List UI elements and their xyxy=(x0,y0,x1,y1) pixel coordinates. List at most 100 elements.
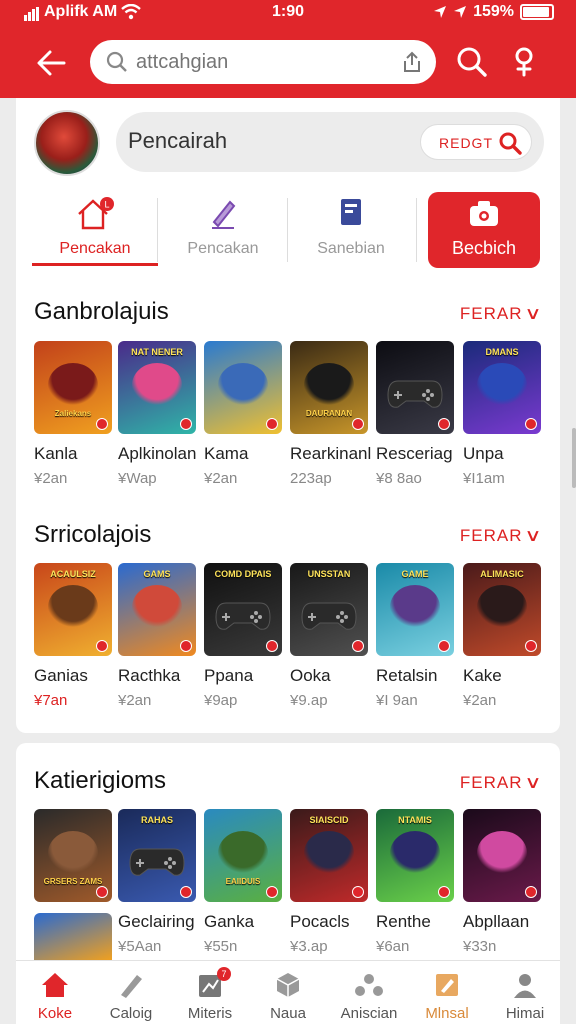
game-tile[interactable] xyxy=(34,913,112,960)
search-icon xyxy=(106,51,127,72)
game-card[interactable]: Zaliekans Kanla ¥2an xyxy=(34,341,112,487)
game-tile[interactable]: GAME xyxy=(376,563,454,656)
badge-icon xyxy=(525,886,537,898)
game-tile[interactable]: NAT NENER xyxy=(118,341,196,434)
redgt-button[interactable]: REDGT xyxy=(420,124,532,160)
game-tile[interactable]: ACAULSIZ xyxy=(34,563,112,656)
game-name: Rearkinanl xyxy=(290,444,372,463)
search-icon[interactable] xyxy=(456,46,488,78)
game-tile[interactable] xyxy=(376,341,454,434)
game-tile[interactable]: DMANS xyxy=(463,341,541,434)
game-card[interactable]: ACAULSIZ Ganias ¥7an xyxy=(34,563,112,709)
tile-title: NTAMIS xyxy=(398,815,432,825)
badge-icon xyxy=(180,886,192,898)
game-tile[interactable]: EAIIDUIS xyxy=(204,809,282,902)
share-icon[interactable] xyxy=(402,51,422,73)
tile-title: UNSSTAN xyxy=(307,569,351,579)
nav-label: Naua xyxy=(270,1005,306,1022)
game-tile[interactable] xyxy=(204,341,282,434)
tab-pencakan-2[interactable]: Pencakan xyxy=(160,190,286,270)
game-tile[interactable] xyxy=(463,809,541,902)
see-all-link[interactable]: FERAR∨ xyxy=(460,773,543,793)
game-character-art xyxy=(48,585,98,629)
game-card[interactable]: SIAISCID Pocacls ¥3.ap xyxy=(290,809,368,955)
nav-item-caloig[interactable]: Caloig xyxy=(88,961,174,1024)
nav-item-mlnsal[interactable]: Mlnsal xyxy=(404,961,490,1024)
see-all-link[interactable]: FERAR∨ xyxy=(459,304,541,324)
game-name: Kake xyxy=(463,666,502,685)
game-size: ¥9ap xyxy=(204,692,238,709)
game-card[interactable]: EAIIDUIS Ganka ¥55n xyxy=(204,809,282,955)
game-size: ¥2an xyxy=(34,470,68,487)
tab-label: Pencakan xyxy=(187,240,259,257)
nav-item-miteris[interactable]: 7 Miteris xyxy=(167,961,253,1024)
badge-icon xyxy=(352,886,364,898)
tab-sanebian[interactable]: Sanebian xyxy=(288,190,414,270)
search-input[interactable] xyxy=(136,48,386,76)
search-bar[interactable] xyxy=(90,40,436,84)
game-name: Kanla xyxy=(34,444,78,463)
game-tile[interactable]: RAHAS xyxy=(118,809,196,902)
game-name: Racthka xyxy=(118,666,181,685)
game-card[interactable]: DMANS Unpa ¥I1am xyxy=(463,341,541,487)
pin-icon[interactable] xyxy=(508,46,540,78)
game-tile[interactable]: GAMS xyxy=(118,563,196,656)
game-tile[interactable]: Zaliekans xyxy=(34,341,112,434)
game-tile[interactable]: DAURANAN xyxy=(290,341,368,434)
game-tile[interactable]: GRSERS ZAMS xyxy=(34,809,112,902)
nav-item-naua[interactable]: Naua xyxy=(245,961,331,1024)
section-title: Srricolajois xyxy=(34,521,152,548)
game-character-art xyxy=(218,363,268,407)
game-card[interactable]: NAT NENER Aplkinolan ¥Wap xyxy=(118,341,196,487)
chevron-down-icon: ∨ xyxy=(523,526,543,545)
tile-subtitle: GRSERS ZAMS xyxy=(43,877,103,886)
see-all-link[interactable]: FERAR∨ xyxy=(460,526,543,546)
user-icon xyxy=(514,974,536,998)
scrollbar[interactable] xyxy=(572,428,576,488)
redgt-label: REDGT xyxy=(439,135,493,151)
nav-label: Mlnsal xyxy=(425,1005,469,1022)
tab-pencakan[interactable]: L Pencakan xyxy=(32,190,158,270)
game-card[interactable]: Kama ¥2an xyxy=(204,341,282,487)
chevron-down-icon: ∨ xyxy=(523,773,543,792)
tile-title: DMANS xyxy=(485,347,519,357)
game-card[interactable]: RAHAS Geclairing ¥5Aan xyxy=(118,809,196,955)
game-name: Unpa xyxy=(463,444,504,463)
back-arrow-icon[interactable] xyxy=(34,46,68,80)
tab-becbich[interactable]: Becbich xyxy=(428,192,540,268)
game-card[interactable]: DAURANAN Rearkinanl 223ap xyxy=(290,341,372,487)
profile-bar[interactable]: Pencairah REDGT xyxy=(116,112,544,172)
profile-name: Pencairah xyxy=(128,128,228,153)
bookmark-icon xyxy=(341,199,361,225)
game-card[interactable]: GAME Retalsin ¥I 9an xyxy=(376,563,454,709)
game-tile[interactable]: SIAISCID xyxy=(290,809,368,902)
avatar[interactable] xyxy=(34,110,100,176)
game-character-art xyxy=(48,831,98,875)
game-card[interactable]: GRSERS ZAMS xyxy=(34,809,112,912)
see-all-label: FERAR xyxy=(459,304,523,323)
game-card[interactable]: GAMS Racthka ¥2an xyxy=(118,563,196,709)
badge-icon xyxy=(96,640,108,652)
nav-item-himai[interactable]: Himai xyxy=(482,961,568,1024)
game-tile[interactable]: COMD DPAIS xyxy=(204,563,282,656)
game-tile[interactable]: ALIMASIC xyxy=(463,563,541,656)
nav-item-koke[interactable]: Koke xyxy=(12,961,98,1024)
pen-icon xyxy=(121,975,142,998)
game-size: 223ap xyxy=(290,470,332,487)
nav-item-aniscian[interactable]: Aniscian xyxy=(326,961,412,1024)
game-card[interactable]: COMD DPAIS Ppana ¥9ap xyxy=(204,563,282,709)
game-tile[interactable]: UNSSTAN xyxy=(290,563,368,656)
game-size: ¥I1am xyxy=(463,470,505,487)
badge-icon xyxy=(96,886,108,898)
game-card[interactable]: UNSSTAN Ooka ¥9.ap xyxy=(290,563,368,709)
game-card[interactable]: NTAMIS Renthe ¥6an xyxy=(376,809,454,955)
game-tile[interactable]: NTAMIS xyxy=(376,809,454,902)
svg-text:L: L xyxy=(104,200,109,210)
game-card[interactable]: Resceriag ¥8 8ao xyxy=(376,341,454,487)
tile-subtitle: Zaliekans xyxy=(54,409,92,418)
pen-icon xyxy=(212,200,236,229)
game-character-art xyxy=(477,363,527,407)
game-card[interactable]: Abpllaan ¥33n xyxy=(463,809,541,955)
badge-icon xyxy=(180,418,192,430)
game-card[interactable]: ALIMASIC Kake ¥2an xyxy=(463,563,541,709)
